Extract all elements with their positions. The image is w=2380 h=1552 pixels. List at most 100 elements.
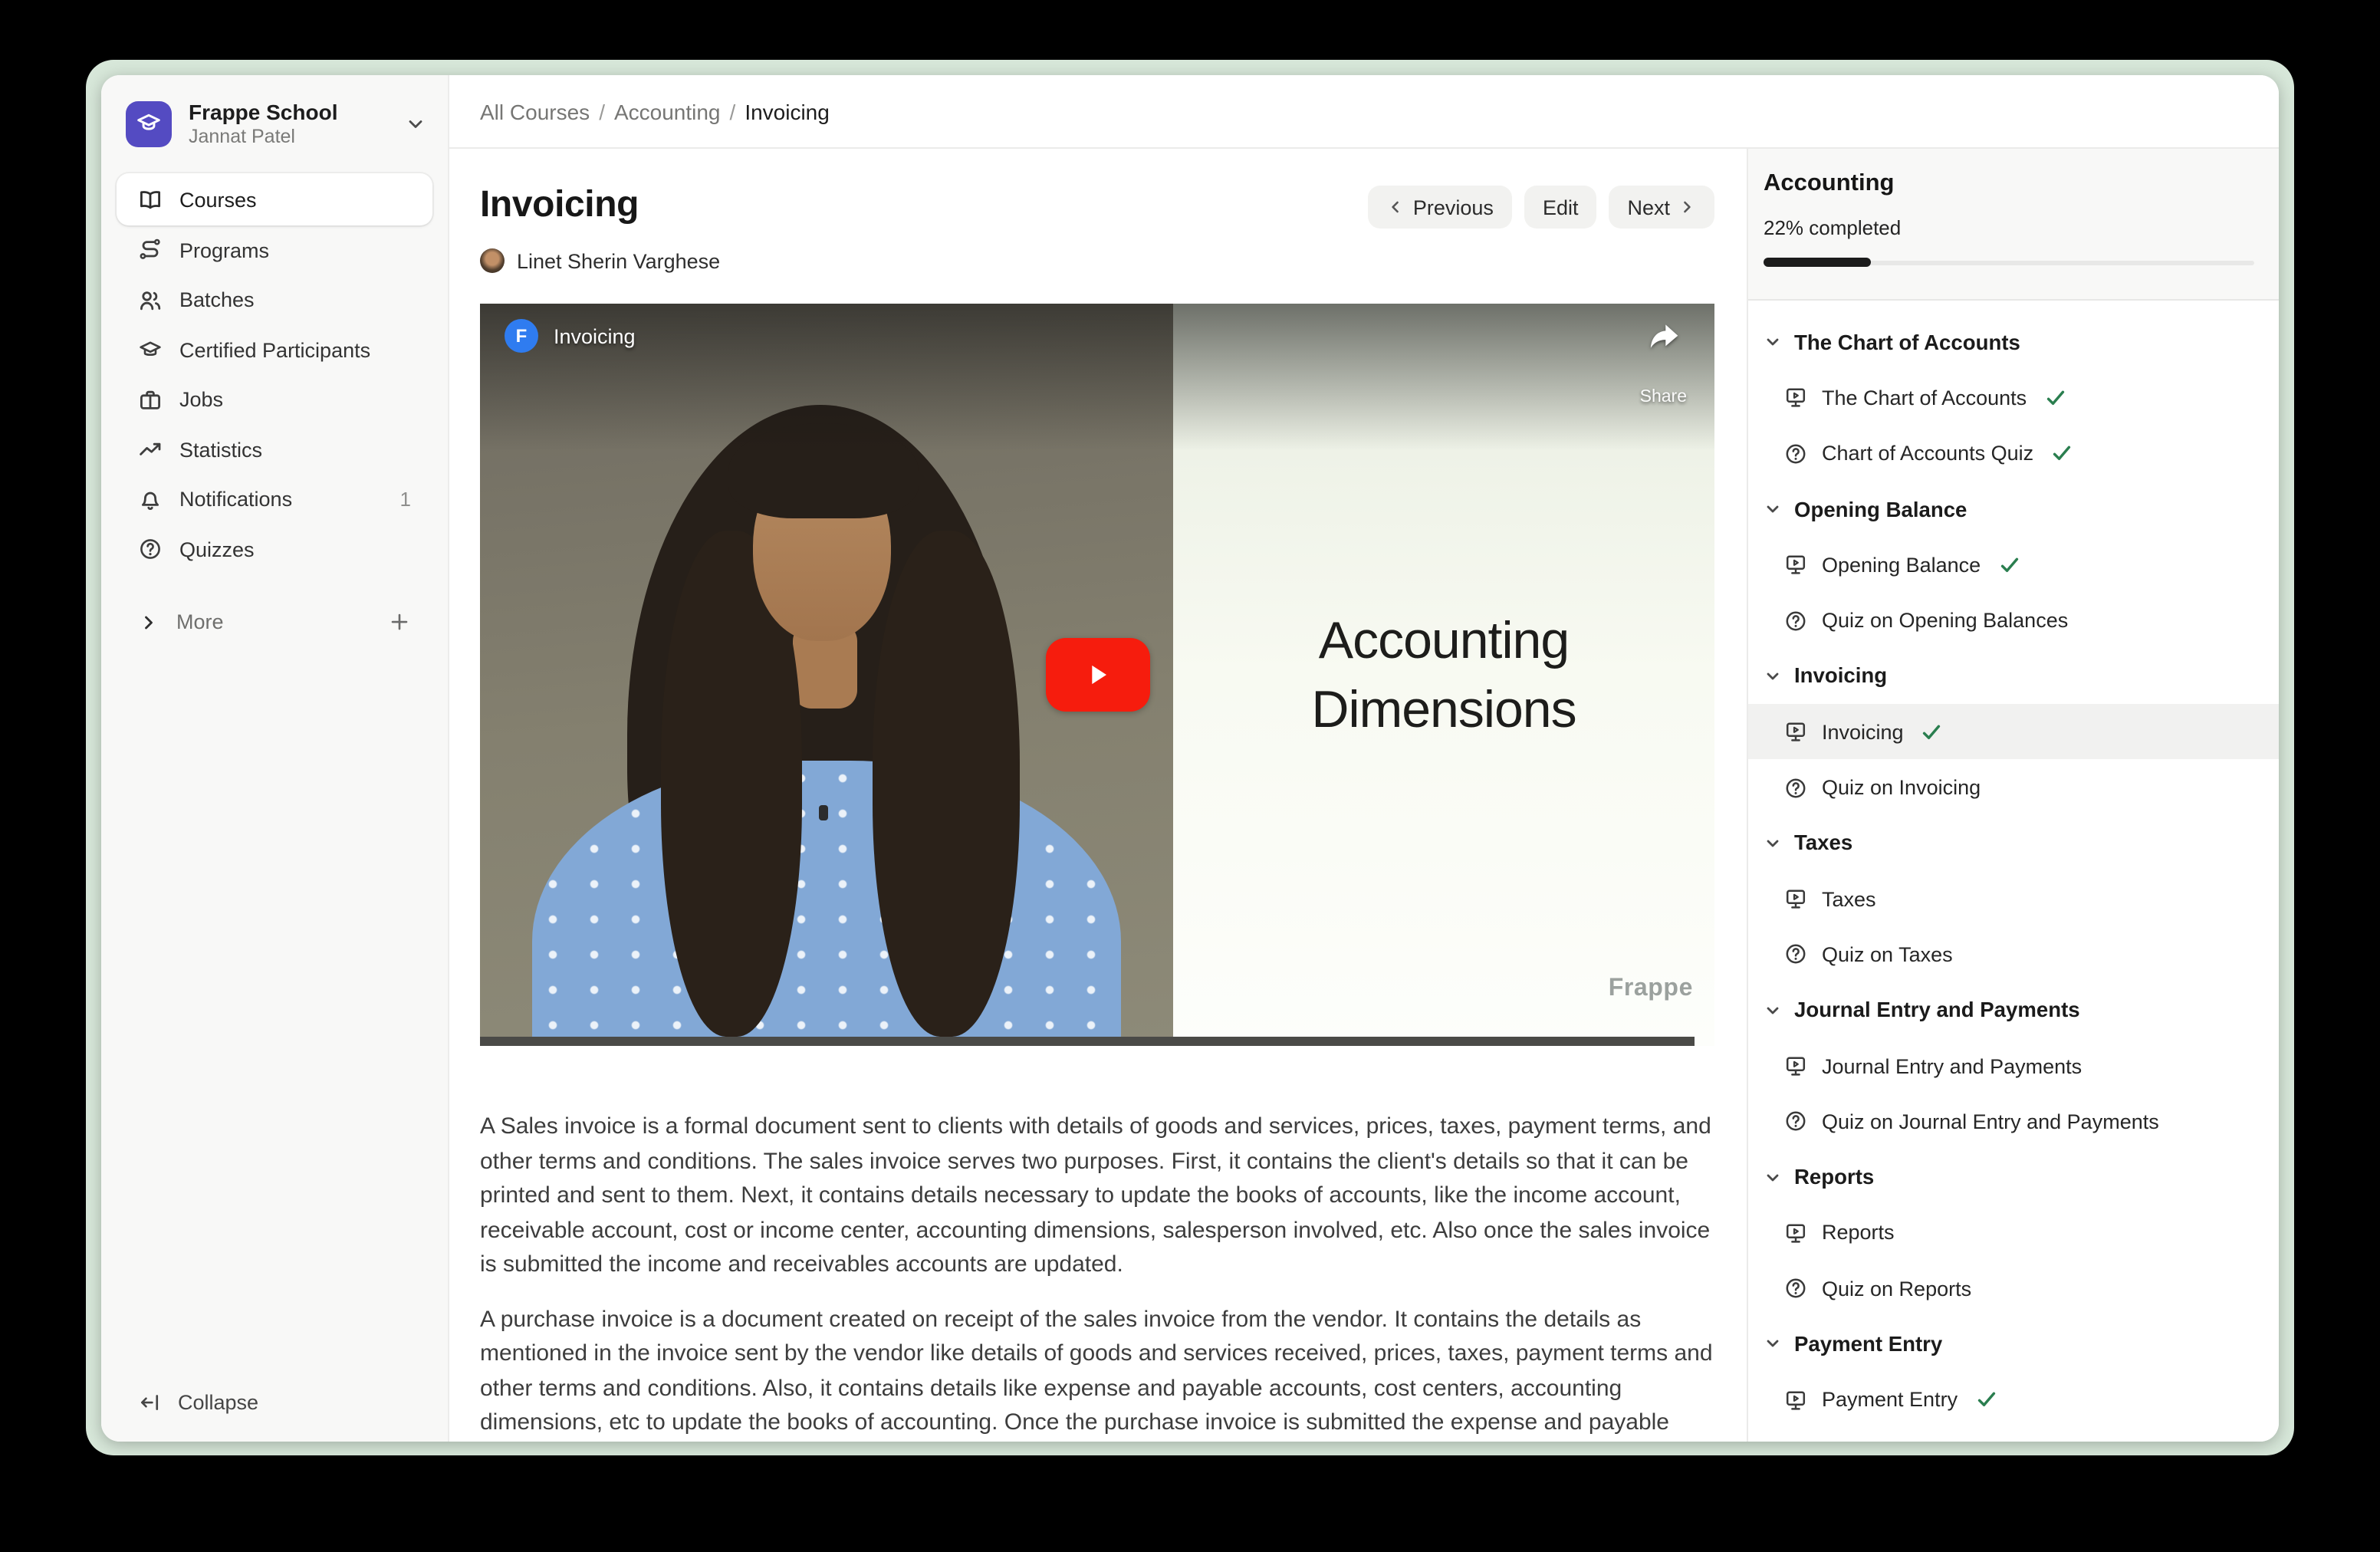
next-button[interactable]: Next <box>1609 186 1714 229</box>
sidebar-item-label: Courses <box>179 188 411 211</box>
presenter-figure <box>532 761 1121 1046</box>
workspace-info: Frappe School Jannat Patel <box>189 100 388 149</box>
video-title[interactable]: Invoicing <box>554 324 636 347</box>
help-circle-icon <box>138 538 163 562</box>
chevron-down-icon <box>1764 1335 1782 1353</box>
check-icon <box>2043 386 2066 409</box>
outline-quiz-item[interactable]: Quiz on Invoicing <box>1748 760 2279 816</box>
video-top-gradient <box>480 304 1714 451</box>
check-icon <box>1921 720 1944 743</box>
outline-section-header[interactable]: Opening Balance <box>1748 482 2279 538</box>
progress-fill <box>1764 258 1872 267</box>
outline-section-title: The Chart of Accounts <box>1794 330 2020 353</box>
sidebar-item-quizzes[interactable]: Quizzes <box>117 524 432 574</box>
chevron-down-icon <box>1764 500 1782 518</box>
check-icon <box>1997 554 2020 577</box>
sidebar-item-certified-participants[interactable]: Certified Participants <box>117 325 432 375</box>
chevron-down-icon <box>405 113 426 135</box>
video-channel-avatar[interactable]: F <box>505 319 538 353</box>
outline-quiz-item[interactable]: Quiz on Opening Balances <box>1748 593 2279 649</box>
sidebar-more-label: More <box>176 611 371 634</box>
notification-count-badge: 1 <box>400 488 411 511</box>
edit-button[interactable]: Edit <box>1524 186 1597 229</box>
quiz-icon <box>1783 608 1808 633</box>
sidebar-collapse-button[interactable]: Collapse <box>117 1377 432 1426</box>
outline-section-header[interactable]: Taxes <box>1748 815 2279 871</box>
outline-lesson-item[interactable]: Journal Entry and Payments <box>1748 1038 2279 1094</box>
outline-item-label: Payment Entry <box>1822 1389 1958 1412</box>
outline-item-label: Quiz on Opening Balances <box>1822 609 2068 632</box>
edit-label: Edit <box>1543 196 1579 219</box>
outline-item-label: The Chart of Accounts <box>1822 386 2027 409</box>
outline-item-label: Invoicing <box>1822 720 1904 743</box>
outline-lesson-item[interactable]: Invoicing <box>1748 704 2279 760</box>
chevron-left-icon <box>1387 198 1405 216</box>
outline-section-header[interactable]: The Chart of Accounts <box>1748 314 2279 370</box>
quiz-icon <box>1783 775 1808 800</box>
quiz-icon <box>1783 1276 1808 1300</box>
breadcrumb-accounting[interactable]: Accounting <box>614 99 721 123</box>
screen: Frappe School Jannat Patel Courses <box>0 0 2380 1552</box>
bell-icon <box>138 488 163 512</box>
sidebar-item-programs[interactable]: Programs <box>117 225 432 275</box>
outline-lesson-item[interactable]: The Chart of Accounts <box>1748 370 2279 426</box>
presenter-mic <box>819 805 828 820</box>
plus-icon[interactable] <box>388 611 411 634</box>
share-arrow-icon <box>1645 322 1681 353</box>
outline-quiz-item[interactable]: Quiz on Journal Entry and Payments <box>1748 1093 2279 1149</box>
sidebar-item-notifications[interactable]: Notifications 1 <box>117 475 432 524</box>
breadcrumb-current: Invoicing <box>745 99 830 123</box>
course-outline: The Chart of Accounts The Chart of Accou… <box>1748 301 2279 1442</box>
trending-up-icon <box>138 438 163 462</box>
previous-button[interactable]: Previous <box>1369 186 1512 229</box>
chevron-down-icon <box>1764 667 1782 686</box>
breadcrumb-all-courses[interactable]: All Courses <box>480 99 590 123</box>
slide-title: Accounting Dimensions <box>1173 607 1714 745</box>
video-player[interactable]: Accounting Dimensions Frappe F Invoicing <box>480 304 1714 1046</box>
outline-section-title: Reports <box>1794 1166 1874 1189</box>
author-row: Linet Sherin Varghese <box>480 248 1714 273</box>
outline-lesson-item[interactable]: Payment Entry <box>1748 1372 2279 1428</box>
play-button[interactable] <box>1045 638 1149 712</box>
author-avatar <box>480 248 505 273</box>
body-row: Invoicing Previous Edit <box>449 149 2279 1442</box>
breadcrumb-separator: / <box>730 99 736 123</box>
sidebar-item-jobs[interactable]: Jobs <box>117 375 432 425</box>
sidebar-nav: Courses Programs <box>101 170 448 647</box>
outline-section-title: Taxes <box>1794 832 1852 855</box>
sidebar-item-label: Notifications <box>179 488 383 511</box>
sidebar-item-batches[interactable]: Batches <box>117 275 432 325</box>
lesson-content: Invoicing Previous Edit <box>449 149 1747 1442</box>
sidebar-item-statistics[interactable]: Statistics <box>117 425 432 475</box>
outline-section-header[interactable]: Payment Entry <box>1748 1317 2279 1373</box>
outline-lesson-item[interactable]: Taxes <box>1748 871 2279 927</box>
sidebar-more-toggle[interactable]: More <box>117 597 432 647</box>
sidebar-item-courses[interactable]: Courses <box>117 173 432 225</box>
lesson-title-row: Invoicing Previous Edit <box>480 184 1714 229</box>
outline-section-header[interactable]: Journal Entry and Payments <box>1748 982 2279 1038</box>
chevron-down-icon <box>1764 1168 1782 1186</box>
quiz-icon <box>1783 1110 1808 1134</box>
sidebar-item-label: Statistics <box>179 439 411 462</box>
outline-section-header[interactable]: Reports <box>1748 1149 2279 1205</box>
app-window: Frappe School Jannat Patel Courses <box>101 75 2279 1442</box>
lesson-nav-buttons: Previous Edit Next <box>1369 186 1714 229</box>
outline-item-label: Reports <box>1822 1222 1895 1245</box>
lesson-paragraph: A purchase invoice is a document created… <box>480 1303 1714 1441</box>
outline-quiz-item[interactable]: Quiz on Reports <box>1748 1261 2279 1317</box>
author-name: Linet Sherin Varghese <box>517 249 720 272</box>
sidebar-item-label: Certified Participants <box>179 339 411 362</box>
workspace-switcher[interactable]: Frappe School Jannat Patel <box>101 75 448 170</box>
outline-section-title: Payment Entry <box>1794 1333 1942 1356</box>
progress-label: 22% completed <box>1764 216 2254 239</box>
outline-lesson-item[interactable]: Reports <box>1748 1205 2279 1261</box>
video-progress-bar[interactable] <box>480 1037 1695 1046</box>
outline-section-header[interactable]: Invoicing <box>1748 649 2279 705</box>
video-share-button[interactable]: Share <box>1640 322 1687 406</box>
outline-lesson-item[interactable]: Opening Balance <box>1748 537 2279 593</box>
outline-quiz-item[interactable]: Chart of Accounts Quiz <box>1748 426 2279 482</box>
outline-quiz-item[interactable]: Quiz on Taxes <box>1748 927 2279 983</box>
sidebar-item-label: Quizzes <box>179 538 411 561</box>
play-icon <box>1080 658 1114 692</box>
course-title: Accounting <box>1764 170 2254 198</box>
